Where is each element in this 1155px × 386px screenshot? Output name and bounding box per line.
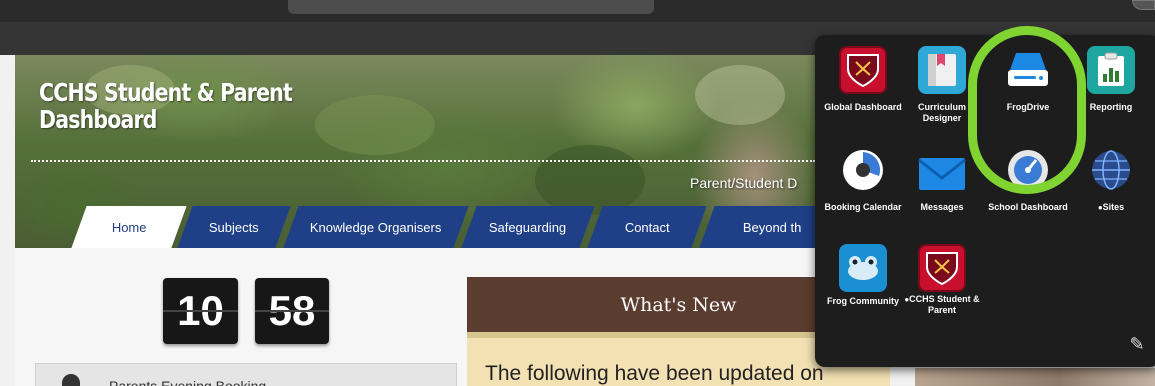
book-icon: [918, 46, 966, 94]
clock-hours: 10: [163, 278, 238, 344]
foliage-shadow: [535, 145, 645, 215]
frogdrive-highlight-ring: [968, 26, 1086, 194]
app-global-dashboard[interactable]: Global Dashboard: [823, 46, 903, 136]
tab-label: Safeguarding: [489, 219, 567, 235]
booking-label: Parents Evening Booking: [109, 378, 267, 386]
app-label: Messages: [920, 202, 964, 212]
banner-divider: [31, 160, 815, 162]
side-photo: [915, 368, 1155, 386]
tab-knowledge-organisers[interactable]: Knowledge Organisers: [283, 206, 469, 248]
tab-beyond[interactable]: Beyond th: [699, 206, 817, 248]
foliage-highlight: [695, 65, 785, 125]
app-booking-calendar[interactable]: Booking Calendar: [823, 146, 903, 236]
tab-subjects[interactable]: Subjects: [177, 206, 291, 248]
frog-icon: [839, 244, 887, 292]
app-frog-community[interactable]: Frog Community: [823, 244, 903, 334]
shield-crest-icon: [839, 46, 887, 94]
tab-safeguarding[interactable]: Safeguarding: [461, 206, 595, 248]
clock-icon: [839, 146, 887, 194]
shield-crest-icon: [918, 244, 966, 292]
tab-contact[interactable]: Contact: [587, 206, 707, 248]
tab-home[interactable]: Home: [71, 206, 187, 248]
app-label: CCHS Student & Parent: [902, 294, 982, 316]
tab-label: Subjects: [209, 219, 259, 235]
whats-new-text: The following have been updated on: [485, 362, 824, 385]
clock-minutes: 58: [255, 278, 329, 344]
app-label: School Dashboard: [988, 202, 1068, 212]
app-cchs-student-parent[interactable]: CCHS Student & Parent: [902, 244, 982, 334]
app-label: Global Dashboard: [824, 102, 902, 112]
window-control-button[interactable]: [1132, 0, 1155, 10]
person-icon: [62, 374, 80, 386]
address-bar[interactable]: [288, 0, 654, 14]
banner-subtitle: Parent/Student D: [690, 175, 798, 191]
tab-label: Beyond th: [742, 219, 802, 235]
pencil-icon[interactable]: ✎: [1127, 334, 1147, 354]
app-label: Booking Calendar: [824, 202, 902, 212]
tab-label: Contact: [624, 219, 670, 235]
nav-tabs: Home Subjects Knowledge Organisers Safeg…: [65, 206, 817, 248]
tab-label: Home: [111, 219, 147, 235]
app-messages[interactable]: Messages: [902, 146, 982, 236]
app-label: Frog Community: [827, 296, 899, 306]
screen: CCHS Student & Parent Dashboard Parent/S…: [0, 0, 1155, 386]
globe-icon: [1087, 146, 1135, 194]
tab-label: Knowledge Organisers: [310, 219, 442, 235]
envelope-icon: [918, 150, 966, 198]
page-title: CCHS Student & Parent Dashboard: [39, 78, 293, 134]
app-sites[interactable]: Sites: [1071, 146, 1151, 236]
parents-evening-booking[interactable]: Parents Evening Booking: [35, 363, 457, 386]
report-chart-icon: [1087, 46, 1135, 94]
app-label: Sites: [1071, 202, 1151, 213]
